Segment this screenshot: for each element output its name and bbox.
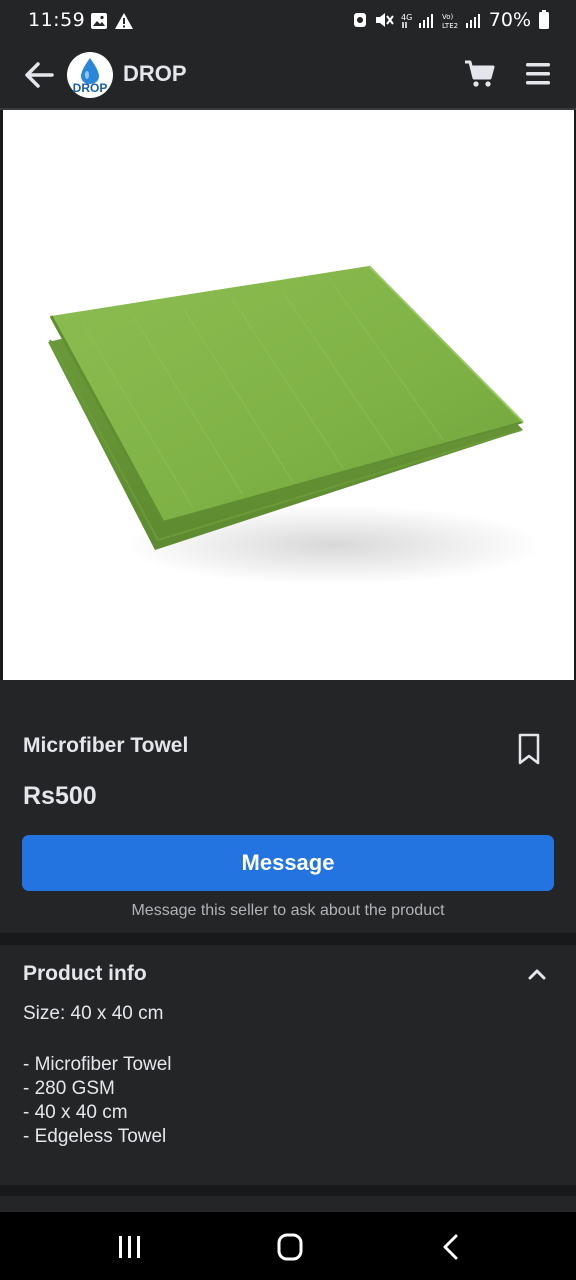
back-arrow-icon[interactable] [20,56,58,94]
list-item: - 280 GSM [23,1078,115,1099]
message-button[interactable]: Message [22,835,554,891]
svg-text:4G: 4G [401,13,412,22]
status-time: 11:59 [28,9,86,31]
battery-percent: 70% [488,9,531,31]
data-saver-icon [353,13,366,27]
menu-icon[interactable] [520,56,556,92]
signal-4g-icon: 4G [401,13,433,28]
svg-text:Vo): Vo) [442,13,454,21]
list-item: - 40 x 40 cm [23,1102,128,1123]
svg-text:LTE2: LTE2 [442,22,458,29]
battery-icon [539,10,549,29]
app-title: DROP [123,61,187,86]
product-info-section: Product info Size: 40 x 40 cm - Microfib… [0,945,576,1185]
product-size: Size: 40 x 40 cm [23,1003,164,1024]
home-icon[interactable] [272,1230,308,1264]
chevron-up-icon[interactable] [524,961,550,987]
bookmark-icon[interactable] [514,732,544,766]
mute-icon [375,13,394,27]
warning-icon [115,13,133,29]
list-item: - Microfiber Towel [23,1054,172,1075]
product-image[interactable] [3,110,574,680]
app-logo[interactable]: DROP [67,52,113,98]
recents-icon[interactable] [112,1232,146,1262]
list-item: - Edgeless Towel [23,1126,167,1147]
product-details: Microfiber Towel Rs500 Message Message t… [0,680,576,933]
product-title: Microfiber Towel [23,734,189,757]
product-bullets: - Microfiber Towel - 280 GSM - 40 x 40 c… [23,1053,172,1149]
product-info-heading: Product info [23,962,147,985]
product-price: Rs500 [23,782,97,810]
cart-icon[interactable] [462,56,498,92]
green-towel-image [48,265,543,585]
app-header: DROP DROP [0,42,576,110]
message-hint: Message this seller to ask about the pro… [131,902,445,919]
status-notification-icons [90,12,134,30]
status-bar: 11:59 4G Vo) LTE2 70% [0,0,576,42]
system-nav-bar [0,1212,576,1280]
system-back-icon[interactable] [436,1231,466,1263]
status-system-icons: 4G Vo) LTE2 70% [353,9,550,31]
gallery-icon [91,13,107,29]
signal-volte-icon: Vo) LTE2 [442,13,480,29]
next-section-edge [0,1196,576,1212]
logo-text: DROP [72,81,108,95]
